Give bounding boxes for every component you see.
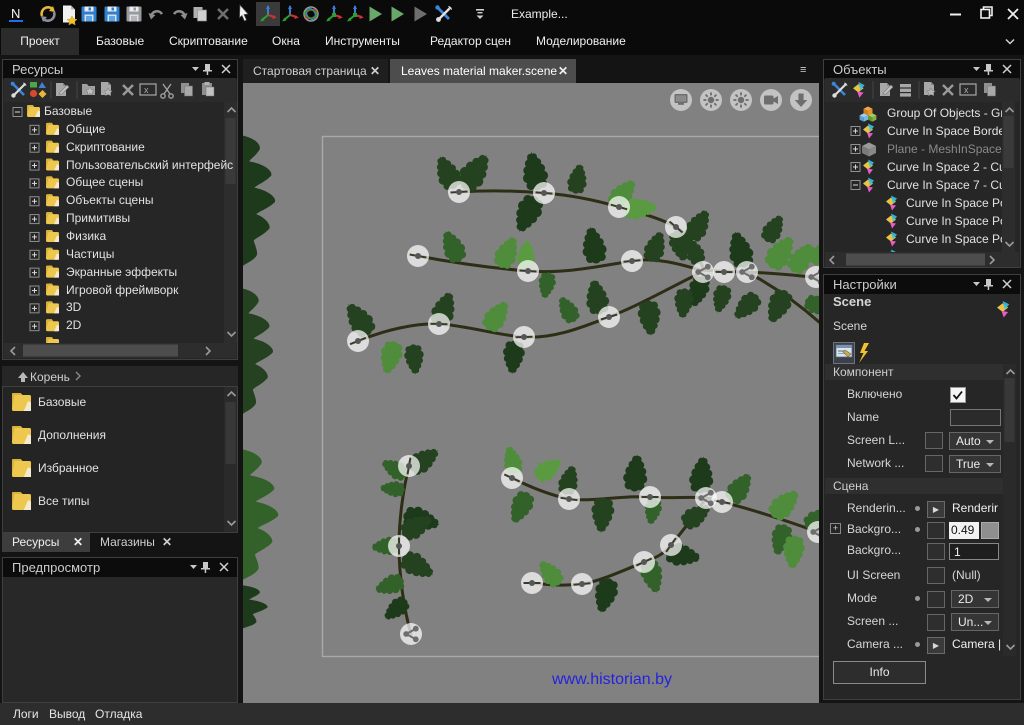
- svg-text:www.historian.by: www.historian.by: [551, 671, 672, 688]
- svg-text:N: N: [11, 6, 20, 21]
- svg-text:x: x: [144, 85, 149, 95]
- svg-text:Example...: Example...: [511, 7, 568, 21]
